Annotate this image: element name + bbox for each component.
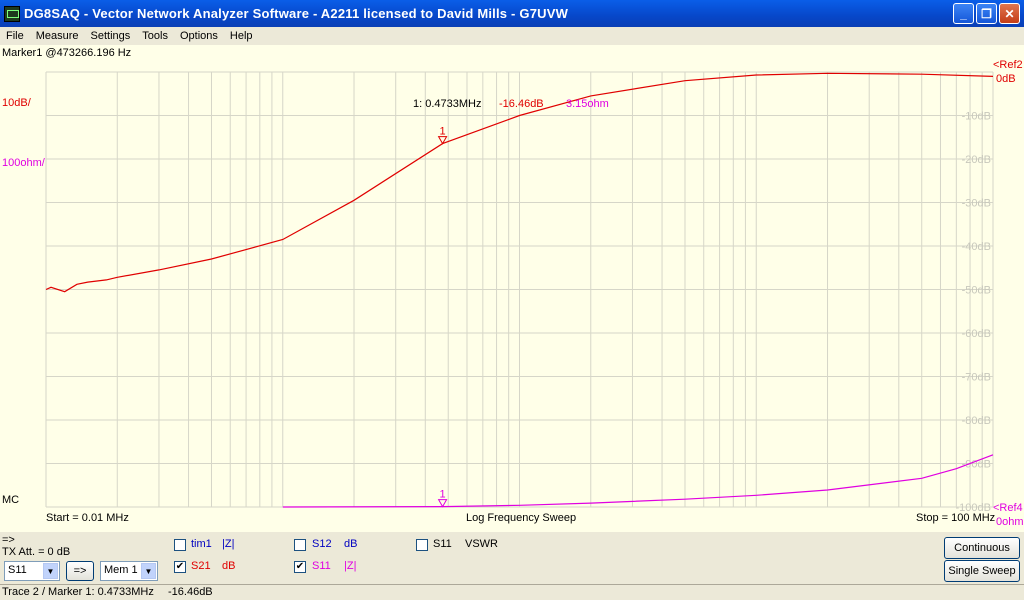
s11-z-checkbox[interactable]: ✔ xyxy=(294,561,306,573)
db-tick-label: -20dB xyxy=(962,154,991,166)
close-button[interactable]: ✕ xyxy=(999,3,1020,24)
minimize-button[interactable]: _ xyxy=(953,3,974,24)
chevron-down-icon: ▼ xyxy=(141,563,156,579)
menu-tools[interactable]: Tools xyxy=(136,30,174,42)
status-value: -16.46dB xyxy=(168,586,213,598)
db-tick-label: -30dB xyxy=(962,198,991,210)
s11-vswr-checkbox[interactable] xyxy=(416,539,428,551)
s11-vswr-format[interactable]: VSWR xyxy=(465,538,498,550)
continuous-button[interactable]: Continuous xyxy=(944,537,1020,559)
marker-readout-ohm: 3.15ohm xyxy=(566,98,609,110)
s12-checkbox[interactable] xyxy=(294,539,306,551)
s12-format[interactable]: dB xyxy=(344,538,357,550)
menu-options[interactable]: Options xyxy=(174,30,224,42)
ohm-scale-label: 100ohm/ xyxy=(2,157,45,169)
arrow-label: => xyxy=(2,534,15,546)
mc-label: MC xyxy=(2,494,20,506)
sweep-type: Log Frequency Sweep xyxy=(466,512,577,524)
marker-readout-db: -16.46dB xyxy=(499,98,544,110)
ref2-value: 0dB xyxy=(996,73,1016,85)
s21-label: S21 xyxy=(191,560,211,572)
db-tick-label: -10dB xyxy=(962,111,991,123)
ref4-value: 0ohm xyxy=(996,516,1024,528)
s11-marker-label: 1 xyxy=(440,489,446,501)
status-bar: Trace 2 / Marker 1: 0.4733MHz -16.46dB xyxy=(0,584,1024,600)
menu-bar: File Measure Settings Tools Options Help xyxy=(0,27,1024,45)
s11-trace xyxy=(282,454,994,508)
port-select[interactable]: S11 ▼ xyxy=(4,561,60,581)
tim1-checkbox[interactable] xyxy=(174,539,186,551)
window-title: DG8SAQ - Vector Network Analyzer Softwar… xyxy=(24,6,569,21)
ref4-label: <Ref4 xyxy=(993,502,1023,514)
plot-area[interactable]: -10dB -20dB -30dB -40dB -50dB -60dB -70dB -80dB… xyxy=(0,45,1024,532)
menu-settings[interactable]: Settings xyxy=(85,30,137,42)
db-tick-label: -80dB xyxy=(962,415,991,427)
tim1-format[interactable]: |Z| xyxy=(222,538,234,550)
maximize-button[interactable]: ❐ xyxy=(976,3,997,24)
app-icon xyxy=(4,5,20,22)
db-tick-label: -50dB xyxy=(962,285,991,297)
marker-readout-freq: 1: 0.4733MHz xyxy=(413,98,482,110)
chevron-down-icon: ▼ xyxy=(43,563,58,579)
s12-label: S12 xyxy=(312,538,332,550)
mem-select[interactable]: Mem 1 ▼ xyxy=(100,561,158,581)
s21-format[interactable]: dB xyxy=(222,560,235,572)
s11-z-label: S11 xyxy=(312,560,331,572)
menu-help[interactable]: Help xyxy=(224,30,259,42)
status-trace-marker: Trace 2 / Marker 1: 0.4733MHz xyxy=(2,586,154,598)
ref2-label: <Ref2 xyxy=(993,59,1023,71)
menu-file[interactable]: File xyxy=(0,30,30,42)
control-panel: => TX Att. = 0 dB S11 ▼ => Mem 1 ▼ tim1 … xyxy=(0,532,1024,584)
title-bar[interactable]: DG8SAQ - Vector Network Analyzer Softwar… xyxy=(0,0,1024,27)
mem-select-value: Mem 1 xyxy=(104,564,138,576)
db-scale-label: 10dB/ xyxy=(2,97,31,109)
tim1-label: tim1 xyxy=(191,538,212,550)
db-tick-label: -60dB xyxy=(962,328,991,340)
s11-vswr-label: S11 xyxy=(433,538,452,550)
db-tick-label: -40dB xyxy=(962,241,991,253)
vna-chart[interactable]: -10dB -20dB -30dB -40dB -50dB -60dB -70dB -80dB… xyxy=(0,45,1024,532)
s21-checkbox[interactable]: ✔ xyxy=(174,561,186,573)
db-tick-label: -70dB xyxy=(962,372,991,384)
port-select-value: S11 xyxy=(8,564,27,576)
tx-att-label: TX Att. = 0 dB xyxy=(2,546,71,558)
transfer-button[interactable]: => xyxy=(66,561,94,581)
menu-measure[interactable]: Measure xyxy=(30,30,85,42)
marker-header: Marker1 @473266.196 Hz xyxy=(2,47,132,59)
start-frequency: Start = 0.01 MHz xyxy=(46,512,129,524)
s21-marker-label: 1 xyxy=(440,126,446,138)
s11-z-format[interactable]: |Z| xyxy=(344,560,356,572)
s11-marker xyxy=(437,499,448,508)
single-sweep-button[interactable]: Single Sweep xyxy=(944,560,1020,582)
stop-frequency: Stop = 100 MHz xyxy=(916,512,996,524)
